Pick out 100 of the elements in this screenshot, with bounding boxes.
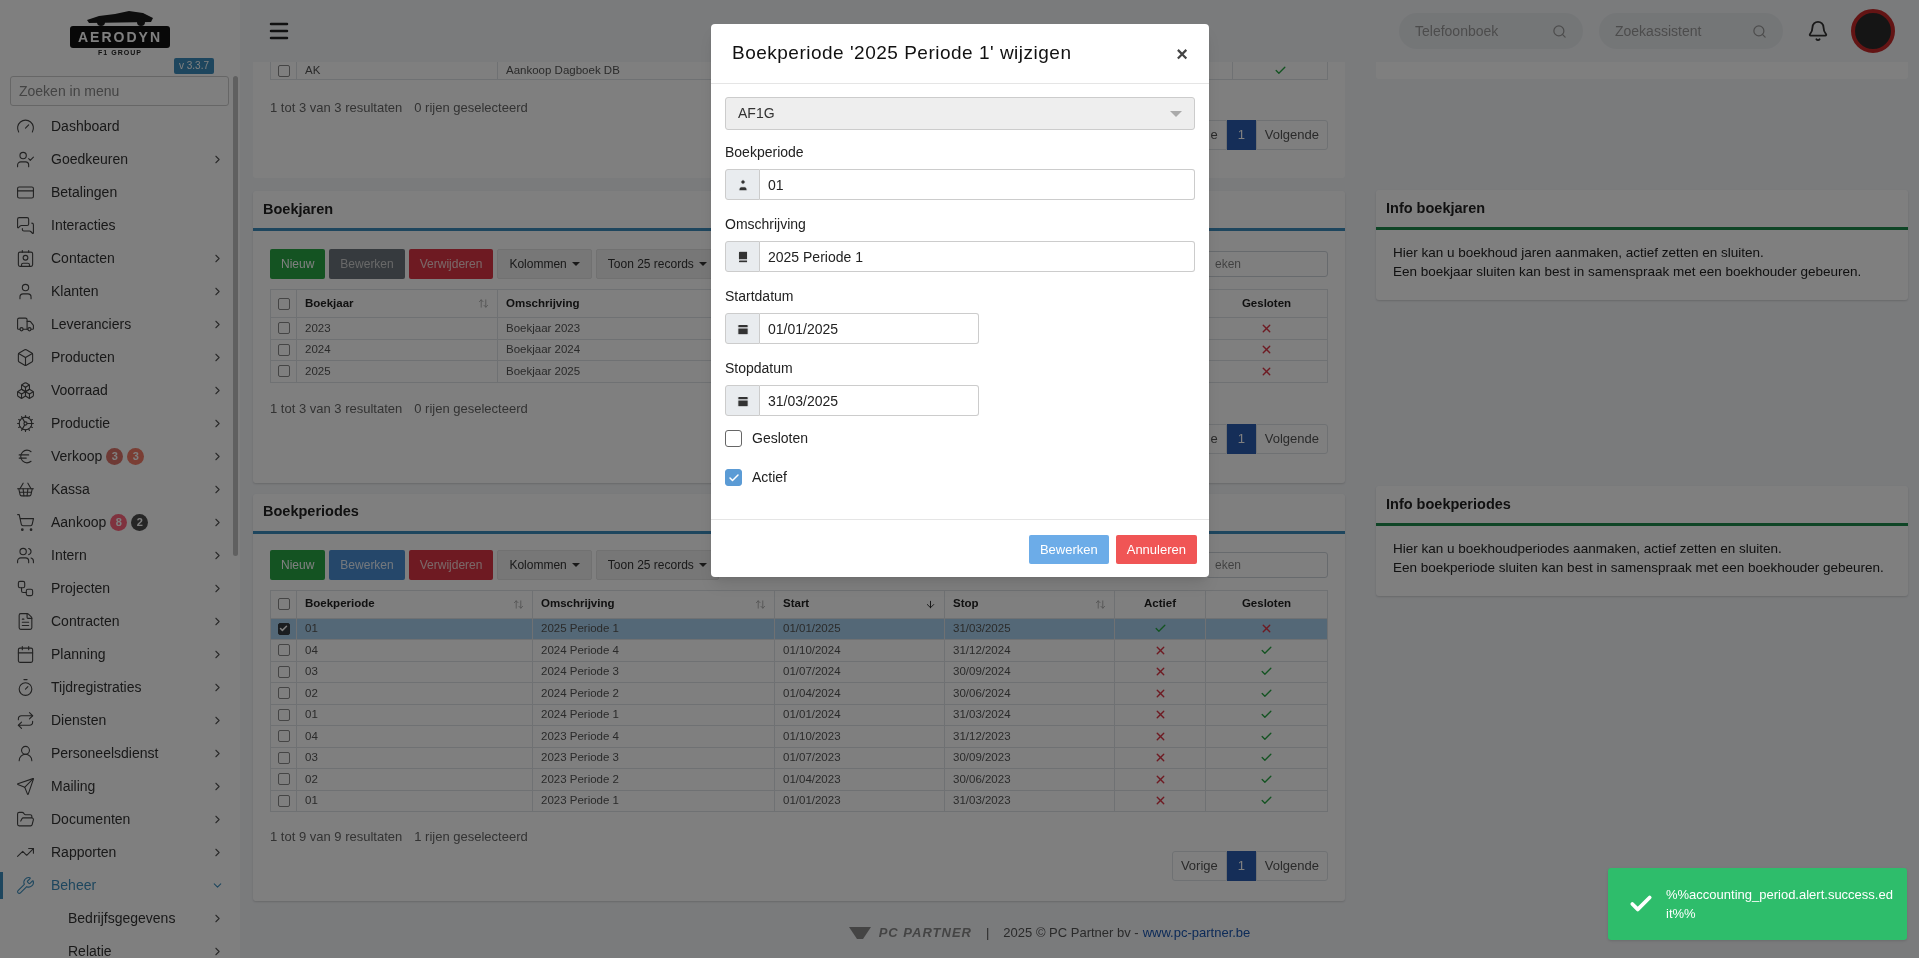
- text-field[interactable]: 01/01/2025: [760, 313, 979, 344]
- table-cell: 30/06/2024: [945, 683, 1115, 704]
- column-header[interactable]: Actief: [1115, 590, 1206, 618]
- sidebar-item[interactable]: Rapporten: [0, 836, 240, 869]
- row-checkbox[interactable]: [277, 297, 290, 310]
- sidebar-item[interactable]: Projecten: [0, 572, 240, 605]
- text-field[interactable]: 31/03/2025: [760, 385, 979, 416]
- dropdown-button[interactable]: Kolommen: [497, 549, 592, 580]
- search-field[interactable]: eken: [1206, 251, 1328, 277]
- basket-icon: [16, 480, 35, 499]
- checkbox-label: Gesloten: [752, 429, 809, 448]
- column-header[interactable]: Boekjaar: [297, 290, 498, 317]
- count-badge: 3: [127, 448, 145, 465]
- dropdown-button[interactable]: Toon 25 records: [595, 549, 719, 580]
- table-cell: 03: [297, 747, 533, 768]
- submit-button[interactable]: Bewerken: [1028, 535, 1109, 564]
- document-icon: [16, 612, 35, 631]
- row-checkbox[interactable]: [277, 622, 290, 635]
- column-header[interactable]: Start: [775, 590, 945, 618]
- race-car-icon: [85, 8, 155, 26]
- toolbar-button[interactable]: Verwijderen: [408, 549, 494, 580]
- search-icon: [1752, 24, 1767, 39]
- sidebar-item[interactable]: Planning: [0, 638, 240, 671]
- row-checkbox[interactable]: [277, 343, 290, 356]
- next-page-button[interactable]: Volgende: [1255, 120, 1328, 150]
- close-button[interactable]: ×: [1176, 43, 1188, 64]
- sort-descending-icon[interactable]: [925, 598, 936, 610]
- text-field[interactable]: 01: [760, 169, 1195, 200]
- gauge-icon: [16, 117, 35, 136]
- page-button[interactable]: 1: [1226, 120, 1256, 150]
- notification-bell-icon[interactable]: [1807, 20, 1829, 42]
- row-checkbox[interactable]: [277, 644, 290, 657]
- box-icon: [16, 348, 35, 367]
- page-button[interactable]: 1: [1226, 423, 1256, 454]
- result-count: 1 tot 3 van 3 resultaten: [270, 99, 403, 118]
- row-checkbox[interactable]: [277, 598, 290, 610]
- cancel-button[interactable]: Annuleren: [1115, 535, 1197, 564]
- row-checkbox[interactable]: [277, 751, 290, 764]
- sidebar-item[interactable]: Contracten: [0, 605, 240, 638]
- sidebar-item[interactable]: Documenten: [0, 803, 240, 836]
- count-badge: 3: [106, 448, 124, 465]
- info-text: Hier kan u boekhoudperiodes aanmaken, actief zetten en sluiten.: [1393, 540, 1783, 558]
- column-header[interactable]: Omschrijving: [533, 590, 775, 618]
- table-cell: 01/10/2024: [775, 640, 945, 661]
- selection-count: 0 rijen geselecteerd: [414, 99, 528, 118]
- sort-icon[interactable]: [755, 598, 766, 610]
- table-cell: 02: [297, 769, 533, 790]
- previous-page-button[interactable]: Vorige: [1171, 851, 1227, 881]
- table-cell: 31/03/2024: [945, 704, 1115, 725]
- row-checkbox[interactable]: [277, 708, 290, 721]
- sidebar-item[interactable]: Diensten: [0, 704, 240, 737]
- row-checkbox[interactable]: [277, 64, 290, 77]
- row-checkbox[interactable]: [277, 665, 290, 678]
- repeat-icon: [16, 711, 35, 730]
- selection-count: 1 rijen geselecteerd: [414, 828, 528, 847]
- checkmark-icon: [727, 471, 740, 484]
- row-checkbox[interactable]: [277, 365, 290, 378]
- search-field[interactable]: eken: [1206, 551, 1328, 578]
- sidebar-item[interactable]: Mailing: [0, 770, 240, 803]
- selected-row[interactable]: 01 2025 Periode 1 01/01/2025 31/03/2025: [271, 618, 1328, 640]
- page-button[interactable]: 1: [1226, 851, 1256, 881]
- row-checkbox[interactable]: [277, 794, 290, 807]
- table-cell: 04: [297, 640, 533, 661]
- row-checkbox[interactable]: [277, 730, 290, 743]
- table-cell: 2024: [297, 339, 498, 360]
- row-checkbox[interactable]: [277, 322, 290, 335]
- avatar[interactable]: [1851, 9, 1895, 53]
- sort-icon[interactable]: [478, 298, 489, 309]
- toolbar-button[interactable]: Nieuw: [270, 549, 326, 580]
- table-cell: 01/01/2023: [775, 790, 945, 811]
- result-count: 1 tot 9 van 9 resultaten: [270, 828, 403, 847]
- next-page-button[interactable]: Volgende: [1255, 423, 1328, 454]
- panel-title: Info boekjaren: [1386, 198, 1486, 218]
- website-link[interactable]: www.pc-partner.be: [1142, 923, 1251, 943]
- sort-icon[interactable]: [513, 598, 524, 610]
- row-checkbox[interactable]: [277, 687, 290, 700]
- column-header[interactable]: Gesloten: [1206, 590, 1328, 618]
- next-page-button[interactable]: Volgende: [1255, 851, 1328, 881]
- sidebar-item[interactable]: Bedrijfsgegevens: [0, 902, 240, 935]
- toolbar-button[interactable]: Nieuw: [270, 249, 326, 279]
- text-field[interactable]: 2025 Periode 1: [760, 241, 1195, 272]
- table-cell: 01/01/2025: [775, 618, 945, 639]
- checkbox[interactable]: [725, 469, 742, 486]
- sidebar-item[interactable]: Relatie: [0, 935, 240, 958]
- table-cell: 31/12/2023: [945, 726, 1115, 747]
- column-header[interactable]: Stop: [945, 590, 1115, 618]
- caret-icon: [698, 262, 707, 266]
- sort-icon[interactable]: [1095, 598, 1106, 610]
- sidebar-item[interactable]: Tijdregistraties: [0, 671, 240, 704]
- wrench-icon: [16, 876, 35, 895]
- toolbar-button[interactable]: Verwijderen: [408, 249, 494, 279]
- dropdown-button[interactable]: Kolommen: [497, 249, 592, 279]
- column-header[interactable]: Boekperiode: [297, 590, 533, 618]
- table-cell: 2025 Periode 1: [533, 618, 775, 639]
- table-cell: 01/04/2023: [775, 769, 945, 790]
- sidebar-item[interactable]: Personeelsdienst: [0, 737, 240, 770]
- row-checkbox[interactable]: [277, 773, 290, 786]
- menu-search-field[interactable]: Zoeken in menu: [10, 76, 229, 106]
- table-cell: 30/06/2023: [945, 769, 1115, 790]
- checkbox[interactable]: [725, 430, 742, 447]
